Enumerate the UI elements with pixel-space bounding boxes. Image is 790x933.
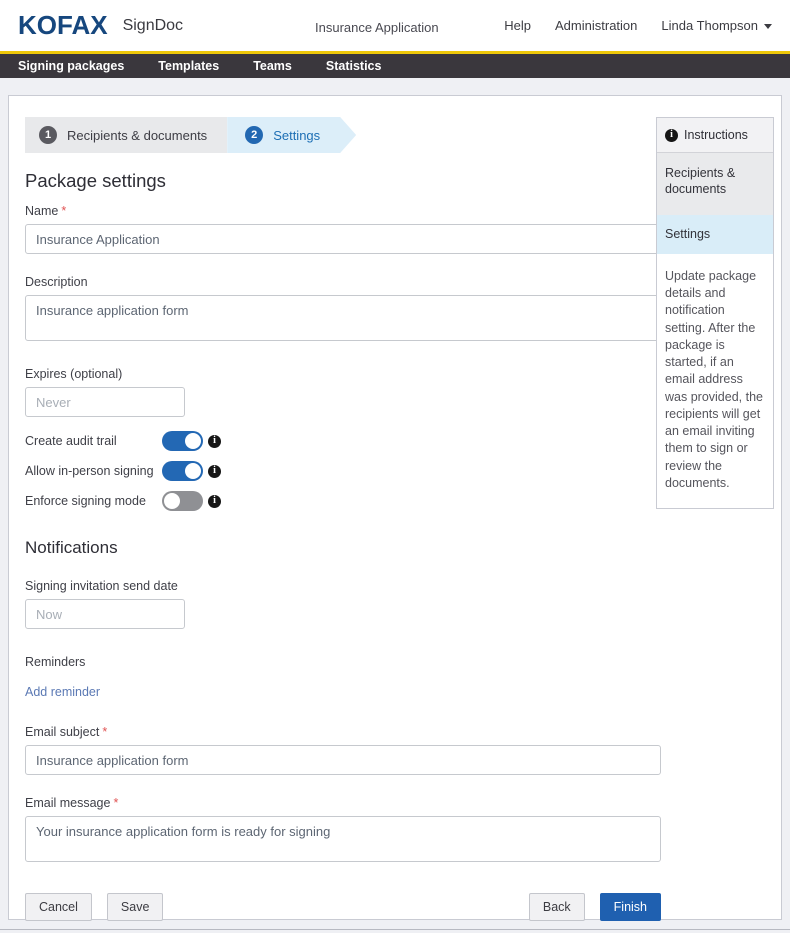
info-icon[interactable] [208, 495, 221, 508]
email-subject-input[interactable] [25, 745, 661, 775]
back-button[interactable]: Back [529, 893, 585, 921]
audit-trail-label: Create audit trail [25, 434, 162, 448]
finish-button[interactable]: Finish [600, 893, 661, 921]
wizard-steps: 1 Recipients & documents 2 Settings [25, 117, 661, 153]
description-label: Description [25, 275, 661, 289]
nav-statistics[interactable]: Statistics [326, 59, 382, 73]
administration-link[interactable]: Administration [555, 18, 637, 33]
footer-buttons: Cancel Save Back Finish [25, 893, 661, 921]
page-title: Package settings [25, 170, 661, 192]
wizard-step-recipients[interactable]: 1 Recipients & documents [25, 117, 227, 153]
app-name: SignDoc [123, 17, 183, 35]
step-2-badge: 2 [245, 126, 263, 144]
enforce-signing-mode-label: Enforce signing mode [25, 494, 162, 508]
nav-teams[interactable]: Teams [253, 59, 292, 73]
user-menu[interactable]: Linda Thompson [661, 18, 772, 33]
audit-trail-toggle[interactable] [162, 431, 203, 451]
window-edge [0, 929, 790, 930]
email-message-input[interactable]: Your insurance application form is ready… [25, 816, 661, 862]
package-title-breadcrumb: Insurance Application [315, 20, 439, 35]
description-input[interactable]: Insurance application form [25, 295, 661, 341]
info-icon [665, 129, 678, 142]
in-person-signing-toggle[interactable] [162, 461, 203, 481]
user-name: Linda Thompson [661, 18, 758, 33]
add-reminder-link[interactable]: Add reminder [25, 685, 100, 699]
nav-templates[interactable]: Templates [158, 59, 219, 73]
email-message-label: Email message* [25, 796, 661, 810]
required-asterisk: * [61, 204, 66, 218]
kofax-logo: KOFAX [18, 10, 108, 41]
help-link[interactable]: Help [504, 18, 531, 33]
info-icon[interactable] [208, 465, 221, 478]
step-1-badge: 1 [39, 126, 57, 144]
nav-signing-packages[interactable]: Signing packages [18, 59, 124, 73]
expires-input[interactable] [25, 387, 185, 417]
toggle-knob [185, 463, 201, 479]
send-date-input[interactable] [25, 599, 185, 629]
required-asterisk: * [113, 796, 118, 810]
instructions-header: Instructions [657, 118, 773, 153]
content-card: 1 Recipients & documents 2 Settings Pack… [8, 95, 782, 920]
save-button[interactable]: Save [107, 893, 164, 921]
send-date-label: Signing invitation send date [25, 579, 661, 593]
info-icon[interactable] [208, 435, 221, 448]
expires-label: Expires (optional) [25, 367, 661, 381]
instructions-title: Instructions [684, 128, 748, 142]
step-1-label: Recipients & documents [67, 128, 207, 143]
instructions-body: Update package details and notification … [657, 254, 773, 508]
reminders-label: Reminders [25, 655, 661, 669]
step-2-label: Settings [273, 128, 320, 143]
cancel-button[interactable]: Cancel [25, 893, 92, 921]
audit-trail-row: Create audit trail [25, 430, 661, 452]
toggle-knob [185, 433, 201, 449]
sidebar-item-settings[interactable]: Settings [657, 215, 773, 254]
toggle-knob [164, 493, 180, 509]
name-label: Name* [25, 204, 661, 218]
required-asterisk: * [102, 725, 107, 739]
in-person-signing-label: Allow in-person signing [25, 464, 162, 478]
caret-down-icon [764, 24, 772, 29]
enforce-signing-mode-row: Enforce signing mode [25, 490, 661, 512]
enforce-signing-mode-toggle[interactable] [162, 491, 203, 511]
in-person-signing-row: Allow in-person signing [25, 460, 661, 482]
main-nav: Signing packages Templates Teams Statist… [0, 54, 790, 78]
email-subject-label: Email subject* [25, 725, 661, 739]
instructions-sidebar: Instructions Recipients & documents Sett… [656, 117, 774, 509]
app-header: KOFAX SignDoc Insurance Application Help… [0, 0, 790, 54]
name-input[interactable] [25, 224, 661, 254]
wizard-step-settings[interactable]: 2 Settings [227, 117, 356, 153]
notifications-title: Notifications [25, 538, 661, 558]
sidebar-item-recipients-documents[interactable]: Recipients & documents [657, 153, 773, 215]
